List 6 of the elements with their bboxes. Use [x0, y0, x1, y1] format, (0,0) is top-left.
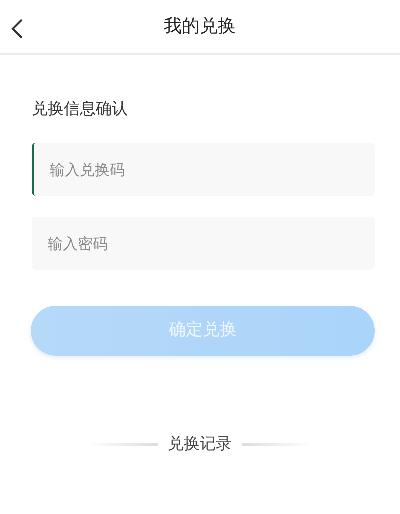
input-field[interactable]: 输入密码 [32, 217, 375, 270]
page-title: 我的兑换 [164, 15, 236, 39]
back-icon [10, 18, 24, 40]
input-field[interactable]: 输入兑换码 [32, 143, 375, 196]
history-link[interactable]: 兑换记录 [168, 432, 232, 456]
section-title: 兑换信息确认 [32, 98, 129, 120]
